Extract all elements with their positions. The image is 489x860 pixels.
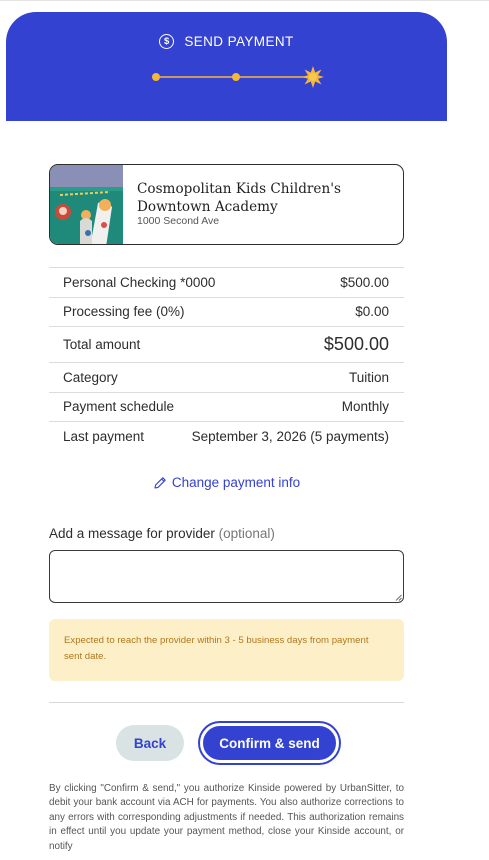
summary-row-category: Category Tuition — [49, 362, 404, 392]
message-label-text: Add a message for provider — [49, 526, 215, 541]
send-payment-header: $ SEND PAYMENT — [6, 12, 447, 121]
row-label: Payment schedule — [63, 399, 175, 415]
dollar-circle-icon: $ — [159, 34, 175, 49]
message-label: Add a message for provider (optional) — [49, 526, 275, 541]
summary-row-last-payment: Last payment September 3, 2026 (5 paymen… — [49, 421, 404, 451]
step-1-dot — [152, 73, 160, 81]
provider-address: 1000 Second Ave — [137, 215, 220, 227]
row-label: Processing fee (0%) — [63, 304, 185, 320]
row-label: Last payment — [63, 428, 145, 444]
summary-row-total: Total amount $500.00 — [49, 326, 404, 362]
progress-stepper — [152, 66, 324, 88]
summary-row-fee: Processing fee (0%) $0.00 — [49, 296, 404, 327]
provider-name: Cosmopolitan Kids Children's Downtown Ac… — [137, 181, 341, 215]
resize-handle-icon[interactable] — [395, 594, 402, 601]
confirm-send-button[interactable]: Confirm & send — [200, 723, 339, 763]
provider-message-input[interactable] — [49, 550, 404, 603]
payment-summary: Personal Checking *0000 $500.00 Processi… — [49, 267, 404, 451]
delivery-notice: Expected to reach the provider within 3 … — [49, 619, 404, 681]
optional-tag: (optional) — [218, 526, 275, 541]
step-3-star-icon — [302, 66, 324, 88]
row-value: September 3, 2026 (5 payments) — [191, 428, 389, 444]
change-payment-info-label: Change payment info — [171, 475, 301, 490]
provider-photo — [50, 165, 123, 244]
header-title: SEND PAYMENT — [184, 34, 294, 49]
row-label: Total amount — [63, 337, 141, 352]
back-button[interactable]: Back — [116, 725, 184, 761]
row-value: $0.00 — [355, 304, 389, 320]
row-value: $500.00 — [340, 274, 389, 290]
pencil-icon — [154, 476, 166, 489]
provider-card: Cosmopolitan Kids Children's Downtown Ac… — [49, 164, 404, 245]
row-value: $500.00 — [323, 334, 389, 354]
summary-row-account: Personal Checking *0000 $500.00 — [49, 267, 404, 297]
row-label: Category — [63, 369, 118, 385]
summary-row-schedule: Payment schedule Monthly — [49, 391, 404, 422]
ach-authorization-text: By clicking "Confirm & send," you author… — [49, 783, 404, 852]
row-value: Monthly — [341, 399, 389, 415]
change-payment-info-link[interactable]: Change payment info — [0, 475, 453, 490]
header-title-row: $ SEND PAYMENT — [6, 34, 447, 49]
step-2-dot — [232, 73, 240, 81]
top-divider — [0, 0, 489, 1]
row-value: Tuition — [348, 369, 389, 385]
section-divider — [49, 702, 404, 703]
row-label: Personal Checking *0000 — [63, 274, 216, 290]
